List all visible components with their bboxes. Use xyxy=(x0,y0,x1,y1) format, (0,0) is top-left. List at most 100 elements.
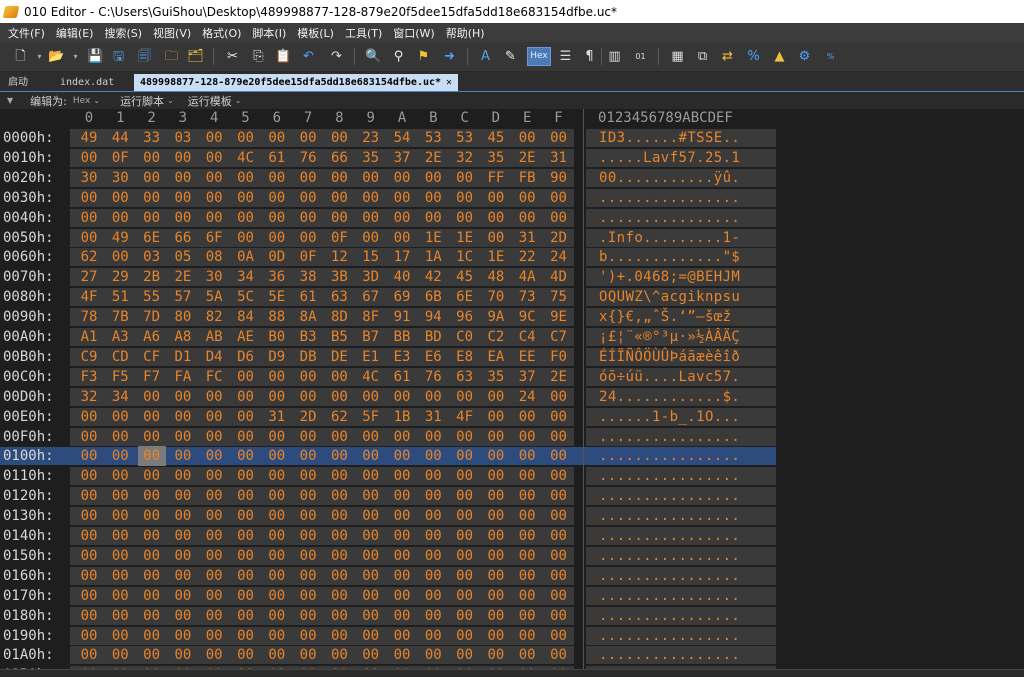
ascii-text[interactable]: ')+.0468;=@BEHJM xyxy=(599,267,740,287)
hex-byte[interactable]: 00 xyxy=(545,466,573,486)
hex-byte[interactable]: 00 xyxy=(357,228,385,248)
hex-byte[interactable]: 00 xyxy=(169,586,197,606)
hex-byte[interactable]: 00 xyxy=(232,486,260,506)
hex-byte[interactable]: 32 xyxy=(451,148,479,168)
hex-byte[interactable]: 30 xyxy=(200,267,228,287)
hex-byte[interactable]: 36 xyxy=(263,267,291,287)
hex-byte[interactable]: F5 xyxy=(106,367,134,387)
hex-byte[interactable]: D6 xyxy=(232,347,260,367)
hex-byte[interactable]: 00 xyxy=(294,446,322,466)
show-whitespace-icon[interactable]: ¶ xyxy=(580,47,599,66)
hex-byte[interactable]: 2E xyxy=(545,367,573,387)
ascii-text[interactable]: ................ xyxy=(599,188,740,208)
hex-byte[interactable]: 00 xyxy=(106,486,134,506)
hex-byte[interactable]: 00 xyxy=(106,626,134,646)
hex-byte[interactable]: 5A xyxy=(200,287,228,307)
hex-byte[interactable]: 00 xyxy=(513,586,541,606)
cursor-byte[interactable]: 00 xyxy=(137,446,166,467)
chevron-down-icon[interactable]: ⌄ xyxy=(235,96,242,105)
hex-byte[interactable]: 00 xyxy=(325,566,353,586)
hex-byte[interactable]: 0D xyxy=(263,247,291,267)
ascii-text[interactable]: .Info.........1- xyxy=(599,228,740,248)
hex-byte[interactable]: 48 xyxy=(482,267,510,287)
font-icon[interactable]: A xyxy=(476,47,495,66)
hex-byte[interactable]: 00 xyxy=(451,188,479,208)
hex-byte[interactable]: E1 xyxy=(357,347,385,367)
hex-byte[interactable]: 00 xyxy=(451,168,479,188)
hex-byte[interactable]: 00 xyxy=(138,626,166,646)
hex-byte[interactable]: 00 xyxy=(325,128,353,148)
hex-byte[interactable]: 00 xyxy=(263,466,291,486)
hex-byte[interactable]: 00 xyxy=(169,526,197,546)
hex-byte[interactable]: 0F xyxy=(294,247,322,267)
menu-item[interactable]: 工具(T) xyxy=(341,25,386,41)
hex-byte[interactable]: 00 xyxy=(419,546,447,566)
hex-byte[interactable]: 00 xyxy=(200,387,228,407)
hex-byte[interactable]: 8A xyxy=(294,307,322,327)
hex-byte[interactable]: 00 xyxy=(75,626,103,646)
hex-byte[interactable]: 9C xyxy=(513,307,541,327)
run-template-button[interactable]: 运行模板 xyxy=(188,93,232,109)
hex-byte[interactable]: EE xyxy=(513,347,541,367)
hex-byte[interactable]: 00 xyxy=(75,606,103,626)
hex-byte[interactable]: 6B xyxy=(419,287,447,307)
hex-byte[interactable]: 70 xyxy=(482,287,510,307)
hex-byte[interactable]: 00 xyxy=(200,128,228,148)
hex-editor-view[interactable]: 0 1 2 3 4 5 6 7 8 9 A B C D E F 0123456789ABCDEF 0000h: 4… xyxy=(0,109,1024,669)
hex-byte[interactable]: 84 xyxy=(232,307,260,327)
hex-byte[interactable]: 2B xyxy=(138,267,166,287)
hex-byte[interactable]: 3D xyxy=(357,267,385,287)
hex-byte[interactable]: 00 xyxy=(357,427,385,447)
hex-byte[interactable]: E8 xyxy=(451,347,479,367)
hex-byte[interactable]: 00 xyxy=(106,526,134,546)
hex-byte[interactable]: 00 xyxy=(482,546,510,566)
hex-byte[interactable]: 5F xyxy=(357,407,385,427)
ascii-text[interactable]: ................ xyxy=(599,586,740,606)
hex-byte[interactable]: 00 xyxy=(513,446,541,466)
hex-byte[interactable]: 00 xyxy=(169,506,197,526)
hex-byte[interactable]: FA xyxy=(169,367,197,387)
hex-byte[interactable]: 00 xyxy=(263,427,291,447)
new-file-icon[interactable]: 🗋 xyxy=(11,47,30,66)
ascii-text[interactable]: ................ xyxy=(599,626,740,646)
hex-byte[interactable]: 00 xyxy=(200,586,228,606)
ascii-text[interactable]: x{}€‚„ˆŠ.‘”–šœž xyxy=(599,307,731,327)
hex-byte[interactable]: 4A xyxy=(513,267,541,287)
hex-byte[interactable]: F7 xyxy=(138,367,166,387)
hex-byte[interactable]: 00 xyxy=(232,526,260,546)
hex-byte[interactable]: 00 xyxy=(482,606,510,626)
hex-byte[interactable]: 00 xyxy=(545,566,573,586)
hex-byte[interactable]: 00 xyxy=(263,486,291,506)
hex-byte[interactable]: 00 xyxy=(200,566,228,586)
hex-byte[interactable]: 82 xyxy=(200,307,228,327)
hex-byte[interactable]: 27 xyxy=(75,267,103,287)
hex-byte[interactable]: 00 xyxy=(419,626,447,646)
hex-byte[interactable]: 00 xyxy=(232,606,260,626)
hex-byte[interactable]: 00 xyxy=(75,446,103,466)
menu-item[interactable]: 编辑(E) xyxy=(52,25,98,41)
hex-byte[interactable]: 00 xyxy=(169,546,197,566)
hex-byte[interactable]: 00 xyxy=(388,427,416,447)
hex-byte[interactable]: 00 xyxy=(388,387,416,407)
hex-byte[interactable]: 00 xyxy=(451,387,479,407)
hex-byte[interactable]: 00 xyxy=(106,645,134,665)
save-icon[interactable]: 💾 xyxy=(86,47,105,66)
hex-byte[interactable]: 00 xyxy=(451,427,479,447)
hex-byte[interactable]: 5C xyxy=(232,287,260,307)
hex-byte[interactable]: 00 xyxy=(419,188,447,208)
hex-byte[interactable]: 00 xyxy=(138,486,166,506)
hex-byte[interactable]: 00 xyxy=(75,208,103,228)
hex-byte[interactable]: 54 xyxy=(388,128,416,148)
hex-byte[interactable]: 00 xyxy=(138,466,166,486)
ascii-text[interactable]: ID3......#TSSE.. xyxy=(599,128,740,148)
hex-byte[interactable]: 7B xyxy=(106,307,134,327)
hex-byte[interactable]: 00 xyxy=(325,606,353,626)
hex-byte[interactable]: 00 xyxy=(169,188,197,208)
hex-byte[interactable]: 00 xyxy=(325,367,353,387)
hex-byte[interactable]: 00 xyxy=(75,228,103,248)
ascii-text[interactable]: ................ xyxy=(599,606,740,626)
hex-byte[interactable]: 00 xyxy=(232,427,260,447)
hex-byte[interactable]: 38 xyxy=(294,267,322,287)
cut-icon[interactable]: ✂ xyxy=(223,47,242,66)
hex-byte[interactable]: 30 xyxy=(75,168,103,188)
